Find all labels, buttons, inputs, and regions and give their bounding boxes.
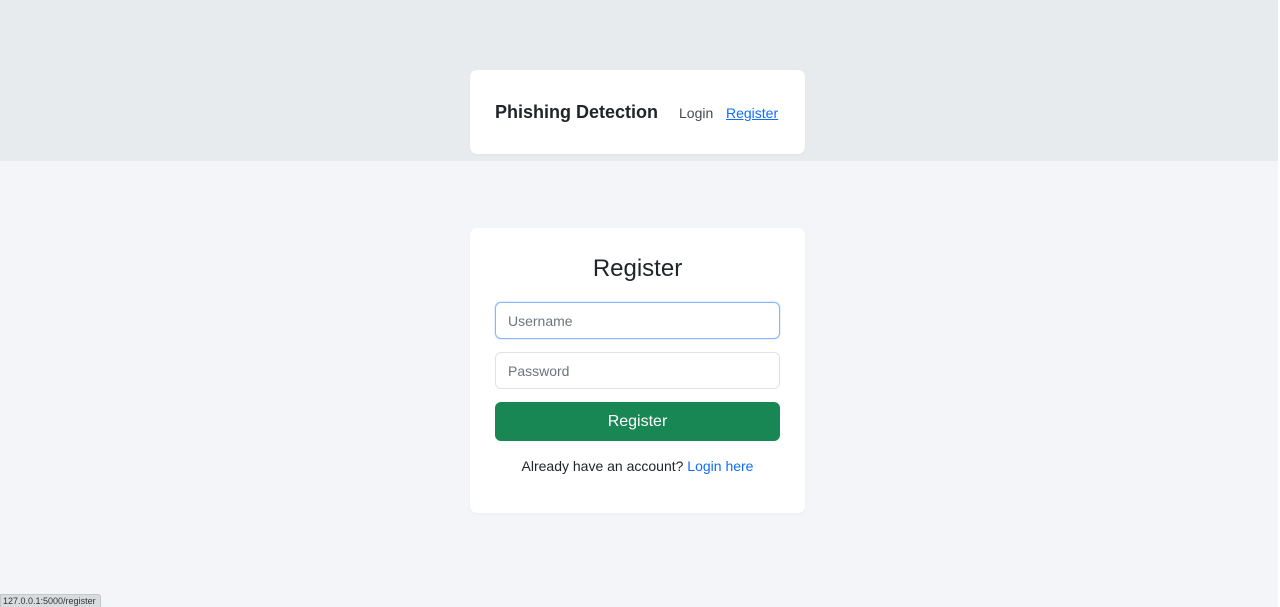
password-input[interactable] xyxy=(495,352,780,389)
status-bar-url: 127.0.0.1:5000/register xyxy=(0,594,101,607)
login-here-link[interactable]: Login here xyxy=(687,458,753,474)
nav-register-link[interactable]: Register xyxy=(726,104,778,122)
login-prompt-text: Already have an account? xyxy=(521,458,684,474)
navbar: Phishing Detection Login Register xyxy=(470,70,805,154)
register-submit-button[interactable]: Register xyxy=(495,402,780,441)
register-card: Register Register Already have an accoun… xyxy=(470,228,805,513)
username-input[interactable] xyxy=(495,302,780,339)
nav-login-link[interactable]: Login xyxy=(679,104,713,122)
login-prompt: Already have an account? Login here xyxy=(470,457,805,475)
page-title: Register xyxy=(592,255,683,282)
brand-link[interactable]: Phishing Detection xyxy=(495,101,658,123)
